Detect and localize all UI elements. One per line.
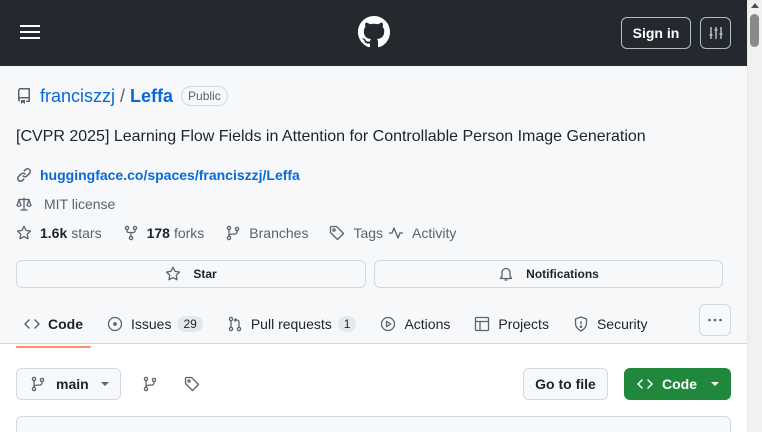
branch-select-button[interactable]: main: [16, 368, 121, 400]
scrollbar-thumb[interactable]: [750, 14, 759, 47]
code-dropdown-button[interactable]: Code: [624, 368, 731, 400]
branches-button[interactable]: [134, 368, 166, 400]
path-separator: /: [120, 85, 126, 106]
notifications-label: Notifications: [526, 267, 599, 281]
notifications-button[interactable]: Notifications: [374, 260, 723, 288]
repo-icon: [16, 88, 32, 104]
license-row[interactable]: MIT license: [16, 196, 115, 212]
tab-code[interactable]: Code: [16, 308, 91, 348]
global-header: Sign in: [0, 0, 747, 66]
tab-issues[interactable]: Issues 29: [99, 308, 211, 340]
star-icon: [16, 225, 32, 241]
branch-icon: [142, 376, 158, 392]
shield-icon: [573, 316, 589, 332]
menu-icon[interactable]: [17, 19, 45, 45]
fork-icon: [123, 225, 139, 241]
tab-projects-label: Projects: [498, 316, 549, 332]
visibility-badge: Public: [181, 86, 228, 106]
tab-projects[interactable]: Projects: [466, 308, 557, 340]
tab-security[interactable]: Security: [565, 308, 656, 340]
tags-label: Tags: [353, 225, 384, 241]
law-icon: [16, 196, 32, 212]
tab-security-label: Security: [596, 316, 648, 332]
tags-button[interactable]: [176, 368, 208, 400]
repo-stats: 1.6k stars 178 forks Branches Tags Activ…: [16, 225, 477, 241]
tab-pull-requests-label: Pull requests: [250, 316, 332, 332]
scroll-up-arrow-icon[interactable]: [751, 3, 759, 8]
forks-stat[interactable]: 178 forks: [123, 225, 205, 241]
star-icon: [165, 266, 181, 282]
pulse-icon: [388, 225, 404, 241]
star-button-label: Star: [193, 267, 217, 281]
star-button[interactable]: Star: [16, 260, 366, 288]
tab-issues-label: Issues: [131, 316, 172, 332]
more-tabs-button[interactable]: [699, 304, 731, 336]
repo-name-link[interactable]: Leffa: [130, 86, 173, 107]
activity-link[interactable]: Activity: [388, 225, 456, 241]
pull-request-icon: [227, 316, 243, 332]
github-logo-icon[interactable]: [358, 16, 390, 48]
code-button-label: Code: [662, 376, 697, 392]
branch-icon: [30, 376, 46, 392]
tab-pull-requests[interactable]: Pull requests 1: [219, 308, 365, 340]
branches-link[interactable]: Branches: [225, 225, 308, 241]
play-icon: [380, 316, 396, 332]
issue-icon: [107, 316, 123, 332]
pull-requests-count-badge: 1: [337, 316, 357, 332]
scrollbar[interactable]: [747, 0, 762, 432]
go-to-file-button[interactable]: Go to file: [523, 368, 608, 400]
tag-icon: [329, 225, 345, 241]
repo-owner-link[interactable]: franciszzj: [40, 86, 115, 107]
repo-nav-tabs: Code Issues 29 Pull requests 1 Actions P…: [16, 304, 664, 348]
tag-icon: [184, 376, 200, 392]
sign-in-button[interactable]: Sign in: [621, 17, 691, 49]
table-icon: [474, 316, 490, 332]
link-icon: [16, 167, 32, 183]
current-branch-label: main: [56, 376, 89, 392]
kebab-icon: [707, 312, 723, 328]
repo-title: franciszzj / Leffa Public: [16, 84, 228, 108]
repo-description: [CVPR 2025] Learning Flow Fields in Atte…: [16, 128, 646, 145]
website-row: huggingface.co/spaces/franciszzj/Leffa: [16, 167, 300, 183]
code-icon: [637, 376, 653, 392]
website-link[interactable]: huggingface.co/spaces/franciszzj/Leffa: [40, 167, 300, 183]
search-icon[interactable]: [700, 17, 731, 49]
stars-count: 1.6k: [40, 225, 68, 241]
code-icon: [24, 316, 40, 332]
forks-label: forks: [173, 225, 205, 241]
stars-stat[interactable]: 1.6k stars: [16, 225, 102, 241]
tab-code-label: Code: [48, 316, 83, 332]
tags-link[interactable]: Tags: [329, 225, 383, 241]
bell-icon: [498, 266, 514, 282]
issues-count-badge: 29: [177, 316, 203, 332]
stars-label: stars: [71, 225, 102, 241]
chevron-down-icon: [100, 382, 109, 386]
tab-actions-label: Actions: [404, 316, 451, 332]
forks-count: 178: [146, 225, 170, 241]
branches-label: Branches: [249, 225, 309, 241]
tab-actions[interactable]: Actions: [372, 308, 458, 340]
chevron-down-icon: [711, 382, 719, 386]
branch-icon: [225, 225, 241, 241]
file-list-box: [16, 416, 731, 432]
license-label: MIT license: [44, 196, 116, 212]
activity-label: Activity: [412, 225, 457, 241]
